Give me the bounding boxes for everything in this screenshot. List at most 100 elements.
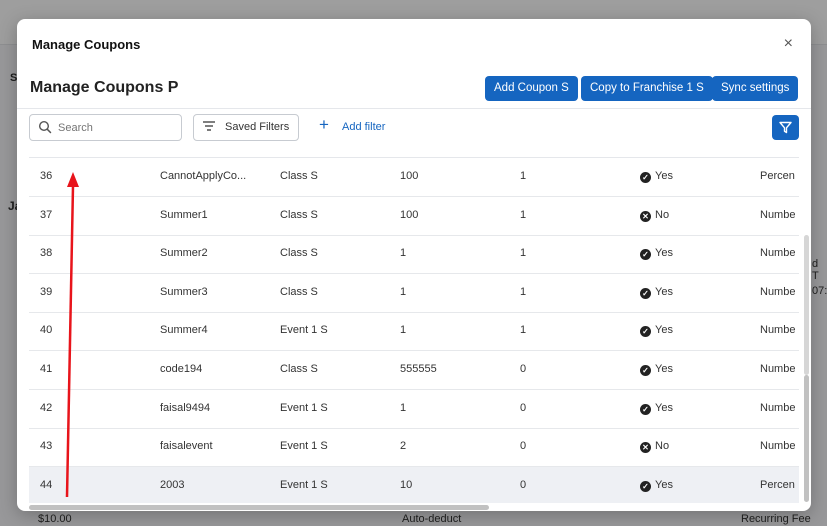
active-label: Yes [655,478,673,491]
check-circle-icon: ✓ [640,249,651,261]
coupon-qty: 1 [520,285,527,298]
coupon-value: 1 [400,401,407,414]
add-coupon-button[interactable]: Add Coupon S [485,76,578,101]
coupon-active: ✓ Yes [640,363,730,376]
coupon-type: Event 1 S [280,324,328,337]
active-label: Yes [655,324,673,337]
active-label: Yes [655,170,673,182]
saved-filters-label: Saved Filters [225,121,290,133]
copy-to-franchise-button[interactable]: Copy to Franchise 1 S [581,76,713,101]
vertical-scrollbar[interactable] [803,157,810,502]
coupon-value: 2 [400,440,407,453]
table-row[interactable]: 42 faisal9494 Event 1 S 1 0 ✓ Yes Numbe [29,390,799,429]
horizontal-scroll-thumb[interactable] [29,505,489,510]
coupon-value: 1 [400,247,407,260]
vertical-scroll-thumb[interactable] [804,375,809,502]
row-id: 39 [40,285,53,298]
coupon-kind: Numbe [760,324,796,337]
row-id: 36 [40,170,53,182]
check-circle-icon: ✓ [640,172,651,183]
table-row[interactable]: 44 2003 Event 1 S 10 0 ✓ Yes Percen [29,466,799,503]
x-circle-icon: ✕ [640,210,651,222]
coupon-kind: Numbe [760,285,796,298]
coupon-type: Event 1 S [280,440,328,453]
coupon-type: Class S [280,285,318,298]
scroll-track-shade [804,235,809,375]
coupon-qty: 1 [520,208,527,221]
coupon-code: faisal9494 [160,401,211,414]
active-label: Yes [655,363,673,375]
coupon-kind: Percen [760,170,795,182]
coupon-value: 1 [400,285,407,298]
coupon-active: ✓ Yes [640,247,730,261]
row-id: 41 [40,363,53,375]
coupon-type: Class S [280,208,318,221]
x-circle-icon: ✕ [640,442,651,454]
page-title: Manage Coupons P [30,79,179,96]
coupon-code: Summer4 [160,324,208,337]
table-row[interactable]: 40 Summer4 Event 1 S 1 1 ✓ Yes Numbe [29,312,799,352]
coupon-kind: Numbe [760,247,796,260]
coupon-type: Class S [280,170,318,182]
table-row[interactable]: 37 Summer1 Class S 100 1 ✕ No Numbe [29,197,799,236]
table-row[interactable]: 38 Summer2 Class S 1 1 ✓ Yes Numbe [29,235,799,275]
filter-lines-icon [203,121,215,131]
coupon-code: CannotApplyCo... [160,170,247,182]
coupon-value: 100 [400,170,419,182]
header-divider [17,108,811,109]
add-filter-label: Add filter [342,121,386,133]
coupon-kind: Numbe [760,401,796,414]
sync-settings-button[interactable]: Sync settings [712,76,799,101]
search-input[interactable] [56,118,178,138]
active-label: No [655,208,670,221]
row-id: 43 [40,440,53,453]
manage-coupons-modal: Manage Coupons × Manage Coupons P Add Co… [17,19,811,511]
coupon-kind: Numbe [760,208,796,221]
coupon-qty: 1 [520,170,527,182]
table-row[interactable]: 43 faisalevent Event 1 S 2 0 ✕ No Numbe [29,428,799,468]
coupon-kind: Percen [760,478,795,491]
coupon-qty: 0 [520,440,527,453]
coupon-value: 1 [400,324,407,337]
funnel-icon [779,121,792,134]
coupon-type: Event 1 S [280,401,328,414]
row-id: 44 [40,478,53,491]
coupon-active: ✓ Yes [640,479,730,492]
modal-title: Manage Coupons [32,37,141,52]
check-circle-icon: ✓ [640,287,651,299]
table-row[interactable]: 39 Summer3 Class S 1 1 ✓ Yes Numbe [29,274,799,313]
row-id: 38 [40,247,53,260]
coupon-qty: 0 [520,401,527,414]
coupon-value: 10 [400,478,413,491]
saved-filters-button[interactable]: Saved Filters [193,114,299,141]
coupon-active: ✕ No [640,440,730,454]
plus-icon: + [319,115,329,134]
table-row[interactable]: 41 code194 Class S 555555 0 ✓ Yes Numbe [29,351,799,390]
active-label: Yes [655,247,673,260]
active-label: Yes [655,401,673,414]
close-icon[interactable]: × [784,36,793,52]
modal-header: Manage Coupons × [17,19,811,71]
search-box[interactable] [29,114,182,141]
coupon-qty: 1 [520,324,527,337]
coupon-kind: Numbe [760,440,796,453]
coupon-code: faisalevent [160,440,213,453]
coupon-value: 100 [400,208,419,221]
coupon-active: ✓ Yes [640,170,730,183]
coupon-type: Class S [280,363,318,375]
table-row[interactable]: 36 CannotApplyCo... Class S 100 1 ✓ Yes Percen [29,158,799,197]
coupon-code: 2003 [160,478,185,491]
coupon-kind: Numbe [760,363,796,375]
coupon-qty: 0 [520,478,527,491]
filter-toggle-button[interactable] [772,115,799,140]
check-circle-icon: ✓ [640,480,651,492]
coupon-code: code194 [160,363,203,375]
row-id: 40 [40,324,53,337]
check-circle-icon: ✓ [640,326,651,338]
coupon-active: ✓ Yes [640,402,730,415]
coupon-code: Summer3 [160,285,208,298]
coupon-qty: 1 [520,247,527,260]
coupon-type: Class S [280,247,318,260]
horizontal-scrollbar[interactable] [29,504,799,511]
coupon-code: Summer1 [160,208,208,221]
